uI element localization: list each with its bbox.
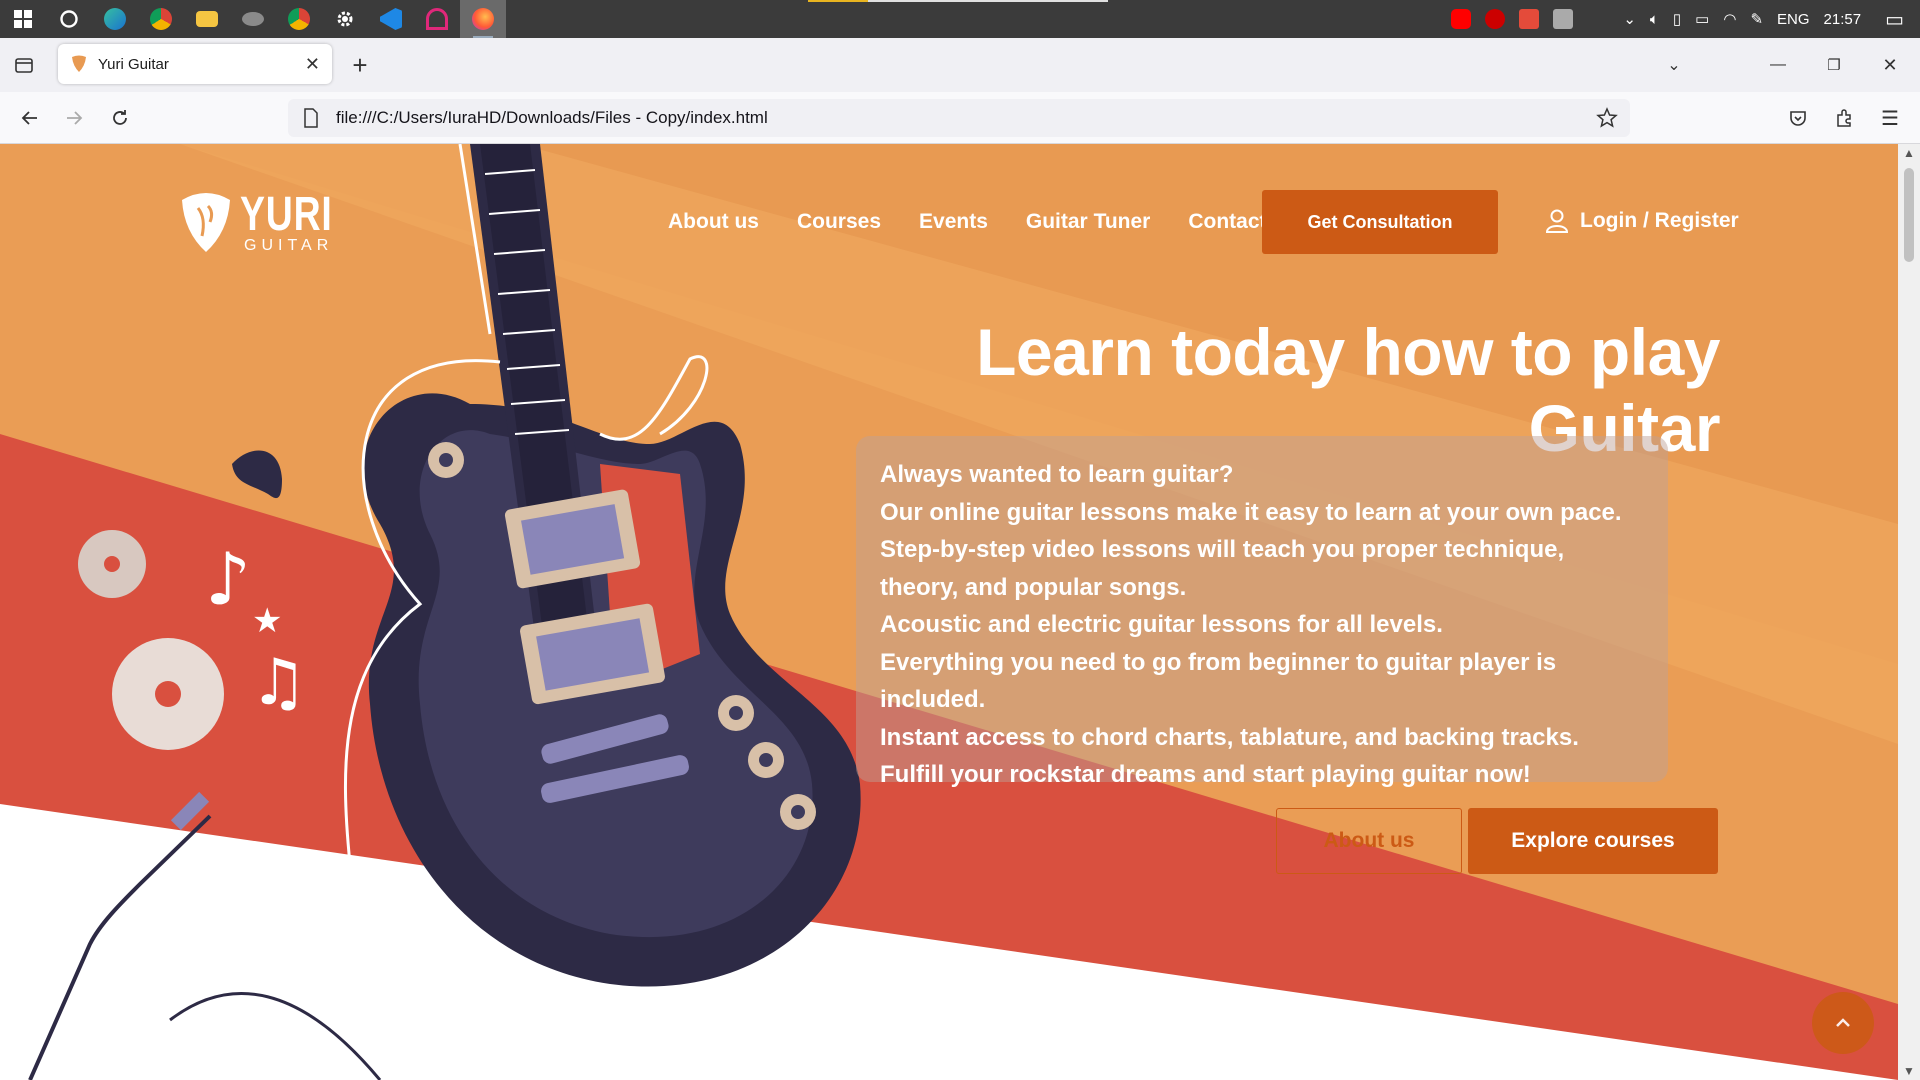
nav-courses[interactable]: Courses bbox=[797, 210, 881, 234]
bookmark-star-icon[interactable] bbox=[1596, 107, 1618, 129]
tab-yuri-guitar[interactable]: Yuri Guitar ✕ bbox=[58, 44, 332, 84]
hero-line: Instant access to chord charts, tablatur… bbox=[880, 723, 1579, 751]
scroll-down-arrow-icon[interactable]: ▼ bbox=[1898, 1064, 1920, 1078]
media-tray-icon[interactable] bbox=[1485, 9, 1506, 29]
svg-text:♪: ♪ bbox=[205, 537, 251, 621]
vscode-icon[interactable] bbox=[368, 0, 414, 38]
search-icon[interactable] bbox=[46, 0, 92, 38]
chevron-up-icon bbox=[1836, 1018, 1850, 1027]
edge-icon[interactable] bbox=[92, 0, 138, 38]
nav-events[interactable]: Events bbox=[919, 210, 988, 234]
window-preview-strip bbox=[808, 0, 1108, 2]
youtube-tray-icon[interactable] bbox=[1451, 9, 1472, 29]
browser-navbar: file:///C:/Users/IuraHD/Downloads/Files … bbox=[0, 92, 1920, 144]
back-arrow-icon[interactable] bbox=[12, 100, 48, 136]
hero-description-box: Always wanted to learn guitar? Our onlin… bbox=[856, 436, 1668, 788]
minimize-icon[interactable]: — bbox=[1760, 47, 1796, 83]
hero-line: Step-by-step video lessons will teach yo… bbox=[880, 536, 1565, 601]
wifi-icon[interactable]: ◠ bbox=[1723, 10, 1736, 28]
volume-icon[interactable]: 🔈︎ bbox=[1650, 11, 1659, 28]
hero-line: Acoustic and electric guitar lessons for… bbox=[880, 611, 1443, 638]
tab-overview-icon[interactable] bbox=[6, 47, 42, 83]
get-consultation-button[interactable]: Get Consultation bbox=[1262, 190, 1498, 254]
firefox-icon[interactable] bbox=[460, 0, 506, 38]
close-window-icon[interactable]: ✕ bbox=[1872, 47, 1908, 83]
language-indicator[interactable]: ENG bbox=[1777, 11, 1810, 28]
user-icon bbox=[1545, 209, 1569, 233]
hero-line: Our online guitar lessons make it easy t… bbox=[880, 498, 1622, 526]
svg-text:♫: ♫ bbox=[250, 646, 307, 720]
chrome-icon[interactable] bbox=[138, 0, 184, 38]
svg-text:★: ★ bbox=[252, 601, 282, 641]
explore-courses-button[interactable]: Explore courses bbox=[1468, 808, 1718, 874]
extensions-icon[interactable] bbox=[1826, 100, 1862, 136]
clock[interactable]: 21:57 bbox=[1824, 11, 1862, 28]
hero-line: Always wanted to learn guitar? bbox=[880, 461, 1234, 488]
pink-app-icon[interactable] bbox=[414, 0, 460, 38]
page-viewport: ♪ ♫ ★ YURI GUITAR About us Courses Event… bbox=[0, 144, 1898, 1080]
nav-guitar-tuner[interactable]: Guitar Tuner bbox=[1026, 210, 1150, 234]
disk-app-icon[interactable] bbox=[230, 0, 276, 38]
scroll-to-top-button[interactable] bbox=[1812, 992, 1874, 1054]
site-logo[interactable]: YURI GUITAR bbox=[180, 188, 359, 254]
close-tab-icon[interactable]: ✕ bbox=[305, 54, 320, 75]
settings-gear-icon[interactable] bbox=[322, 0, 368, 38]
guitar-pick-logo-icon bbox=[182, 193, 230, 252]
url-bar[interactable]: file:///C:/Users/IuraHD/Downloads/Files … bbox=[288, 99, 1630, 137]
login-register-link[interactable]: Login / Register bbox=[1544, 208, 1739, 234]
chrome-icon-2[interactable] bbox=[276, 0, 322, 38]
hero-line: Fulfill your rockstar dreams and start p… bbox=[880, 761, 1531, 788]
site-navigation: About us Courses Events Guitar Tuner Con… bbox=[668, 210, 1278, 234]
about-us-button[interactable]: About us bbox=[1276, 808, 1462, 874]
restore-icon[interactable]: ❐ bbox=[1816, 47, 1852, 83]
scrollbar-thumb[interactable] bbox=[1904, 168, 1914, 262]
guitar-pick-favicon-icon bbox=[72, 55, 86, 72]
browser-tabbar: Yuri Guitar ✕ + ⌄ — ❐ ✕ bbox=[0, 38, 1920, 92]
pen-icon[interactable]: ✎ bbox=[1750, 10, 1763, 28]
hero-line: Everything you need to go from beginner … bbox=[880, 648, 1557, 714]
login-register-label: Login / Register bbox=[1580, 209, 1739, 232]
windows-start-icon[interactable] bbox=[0, 0, 46, 38]
notification-icon[interactable]: ▭ bbox=[1885, 7, 1904, 32]
chevron-down-icon[interactable]: ⌄ bbox=[1623, 10, 1636, 28]
new-tab-icon[interactable]: + bbox=[342, 47, 378, 83]
hamburger-menu-icon[interactable]: ☰ bbox=[1872, 100, 1908, 136]
clipboard-icon[interactable]: ▯ bbox=[1673, 10, 1681, 28]
page-icon[interactable] bbox=[302, 108, 320, 128]
file-explorer-icon[interactable] bbox=[184, 0, 230, 38]
page-scrollbar[interactable]: ▲ ▼ bbox=[1898, 144, 1920, 1080]
pocket-icon[interactable] bbox=[1780, 100, 1816, 136]
gmail-tray-icon[interactable] bbox=[1519, 9, 1540, 29]
tab-title: Yuri Guitar bbox=[98, 55, 169, 73]
reload-icon[interactable] bbox=[102, 100, 138, 136]
logo-word: YURI bbox=[240, 188, 333, 241]
nav-about-us[interactable]: About us bbox=[668, 210, 759, 234]
list-tabs-chevron-icon[interactable]: ⌄ bbox=[1656, 47, 1692, 83]
url-text[interactable]: file:///C:/Users/IuraHD/Downloads/Files … bbox=[336, 108, 768, 128]
forward-arrow-icon[interactable] bbox=[56, 100, 92, 136]
windows-taskbar: ⌄ 🔈︎ ▯ ▭ ◠ ✎ ENG 21:57 ▭ bbox=[0, 0, 1920, 38]
scroll-up-arrow-icon[interactable]: ▲ bbox=[1898, 146, 1920, 160]
calendar-tray-icon[interactable] bbox=[1553, 9, 1574, 29]
battery-icon[interactable]: ▭ bbox=[1695, 10, 1709, 28]
